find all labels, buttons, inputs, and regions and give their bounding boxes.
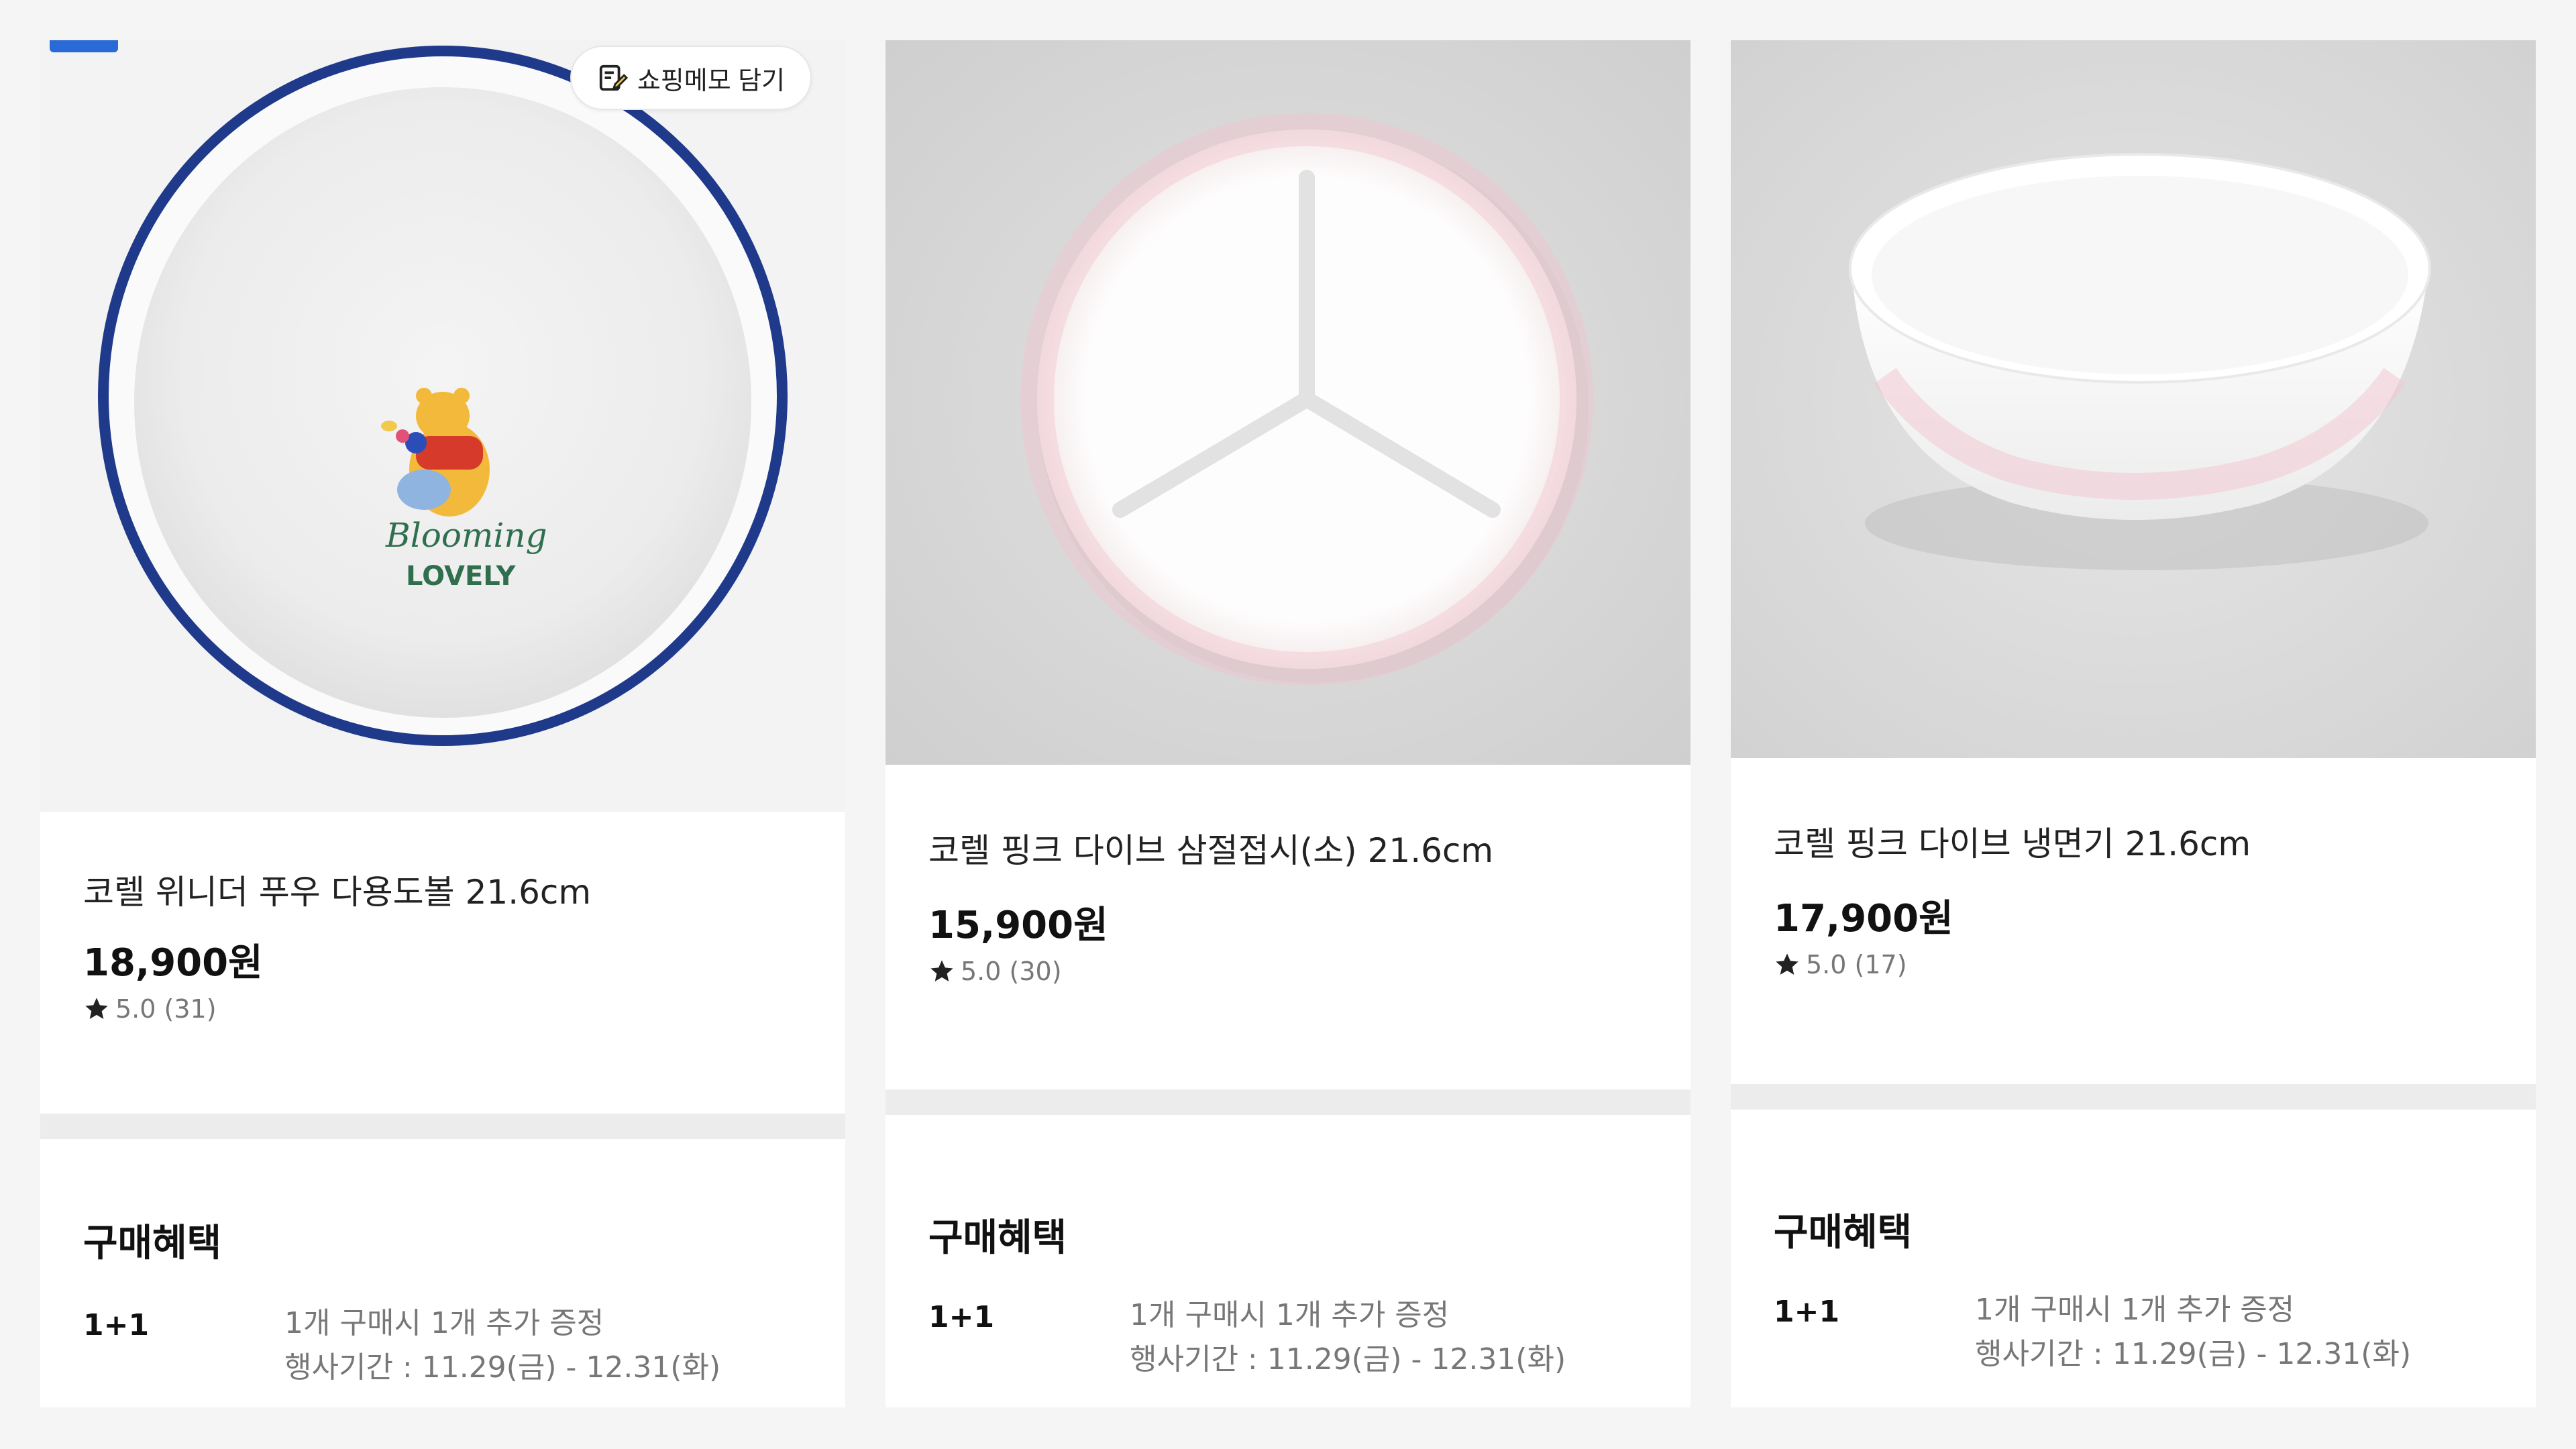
benefit-tag: 1+1 [928,1300,995,1334]
benefit-period: 행사기간 : 11.29(금) - 12.31(화) [1130,1342,1566,1377]
benefit-tag: 1+1 [1774,1295,1840,1329]
product-info-panel: 코렐 핑크 다이브 냉면기 21.6cm 17,900원 5.0 (17) [1731,758,2536,1084]
benefit-panel: 구매혜택 1+1 1개 구매시 1개 추가 증정 행사기간 : 11.29(금)… [885,1115,1690,1407]
product-price: 15,900원 [928,904,1108,947]
noodle-bowl-image [1731,40,2536,758]
product-price: 18,900원 [83,941,263,985]
benefit-desc-line: 1개 구매시 1개 추가 증정 [1975,1293,2295,1327]
product-card-2[interactable]: 코렐 핑크 다이브 삼절접시(소) 21.6cm 15,900원 5.0 (30… [885,0,1690,1449]
rating-value: 5.0 (30) [961,957,1062,986]
product-info-panel: 코렐 위니더 푸우 다용도볼 21.6cm 18,900원 5.0 (31) [40,812,845,1114]
star-icon [930,960,953,981]
benefit-desc-line: 1개 구매시 1개 추가 증정 [1130,1298,1450,1332]
product-info-panel: 코렐 핑크 다이브 삼절접시(소) 21.6cm 15,900원 5.0 (30… [885,765,1690,1089]
plate-art-line1: Blooming [385,516,547,555]
rating-value: 5.0 (31) [115,994,217,1024]
rating-value: 5.0 (17) [1806,950,1907,979]
plate-art-line2: LOVELY [406,561,517,592]
product-image[interactable]: Blooming LOVELY [40,40,845,812]
section-divider [1731,1084,2536,1110]
product-rating: 5.0 (31) [83,994,217,1024]
star-icon [1776,953,1799,975]
benefit-description: 1개 구매시 1개 추가 증정 행사기간 : 11.29(금) - 12.31(… [1975,1288,2411,1377]
product-card-3[interactable]: 코렐 핑크 다이브 냉면기 21.6cm 17,900원 5.0 (17) 구매… [1731,0,2536,1449]
product-name[interactable]: 코렐 핑크 다이브 냉면기 21.6cm [1774,817,2251,865]
benefit-title: 구매혜택 [1774,1211,1913,1254]
product-price: 17,900원 [1774,897,1953,941]
promo-corner-badge [50,40,118,52]
benefit-tag: 1+1 [83,1308,150,1342]
shopping-memo-button[interactable]: 쇼핑메모 담기 [570,46,812,110]
divided-plate-image [885,40,1690,765]
product-rating: 5.0 (30) [928,957,1062,986]
benefit-desc-line: 1개 구매시 1개 추가 증정 [284,1306,604,1340]
benefit-period: 행사기간 : 11.29(금) - 12.31(화) [1975,1337,2412,1371]
product-image[interactable] [885,40,1690,765]
benefit-title: 구매혜택 [83,1222,222,1265]
product-image[interactable] [1731,40,2536,758]
memo-pencil-icon [599,64,628,91]
product-rating: 5.0 (17) [1774,950,1907,979]
pooh-bowl-image: Blooming LOVELY [40,40,845,812]
star-icon [85,998,108,1019]
benefit-description: 1개 구매시 1개 추가 증정 행사기간 : 11.29(금) - 12.31(… [284,1301,720,1390]
memo-button-label: 쇼핑메모 담기 [637,66,786,95]
benefit-period: 행사기간 : 11.29(금) - 12.31(화) [284,1350,721,1385]
benefit-description: 1개 구매시 1개 추가 증정 행사기간 : 11.29(금) - 12.31(… [1130,1293,1566,1382]
section-divider [885,1089,1690,1115]
benefit-title: 구매혜택 [928,1216,1067,1260]
product-name[interactable]: 코렐 위니더 푸우 다용도볼 21.6cm [83,865,591,914]
benefit-panel: 구매혜택 1+1 1개 구매시 1개 추가 증정 행사기간 : 11.29(금)… [40,1139,845,1407]
section-divider [40,1114,845,1139]
product-name[interactable]: 코렐 핑크 다이브 삼절접시(소) 21.6cm [928,824,1493,872]
benefit-panel: 구매혜택 1+1 1개 구매시 1개 추가 증정 행사기간 : 11.29(금)… [1731,1110,2536,1407]
product-card-1[interactable]: Blooming LOVELY 쇼핑메모 담기 코렐 위니더 푸우 다용도볼 2… [40,0,845,1449]
